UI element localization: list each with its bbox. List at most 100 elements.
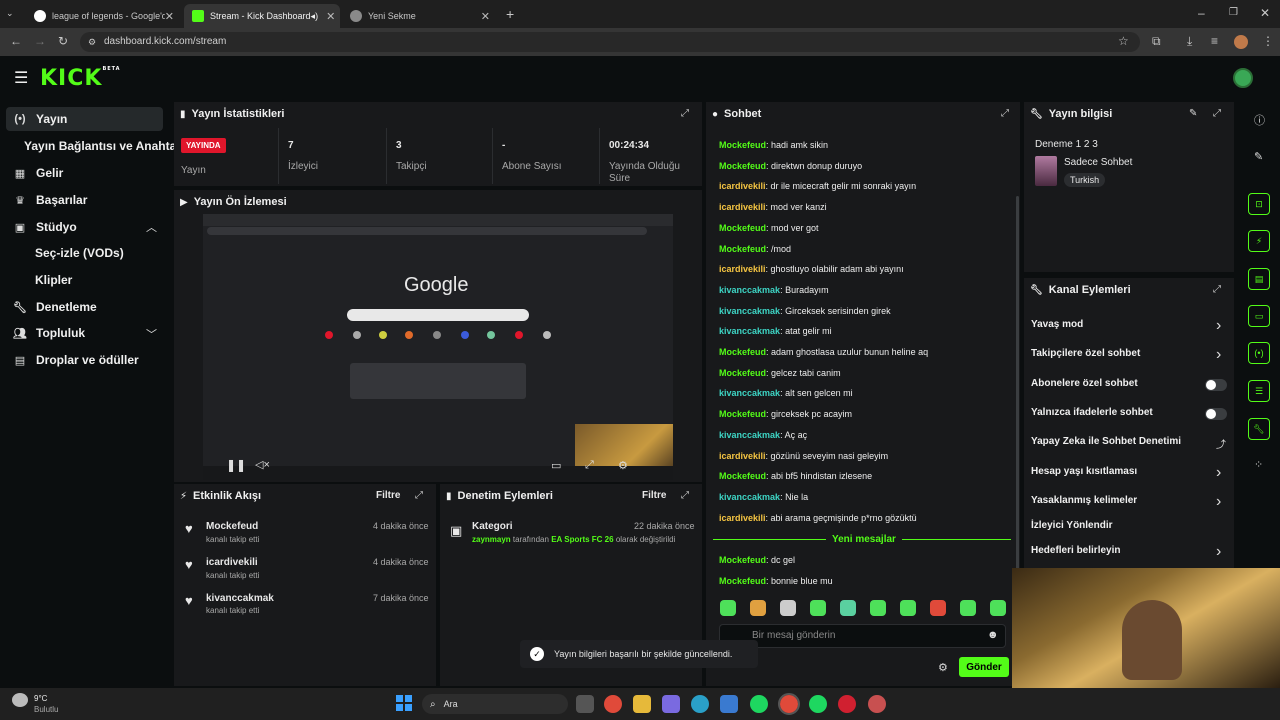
chat-username[interactable]: kivanccakmak [719, 285, 780, 295]
app-icon[interactable] [868, 695, 886, 713]
user-avatar[interactable] [1233, 68, 1253, 88]
chat-username[interactable]: kivanccakmak [719, 326, 780, 336]
spotify-icon[interactable] [750, 695, 768, 713]
sidebar-item-denetleme[interactable]: 🔧︎ Denetleme [12, 300, 97, 314]
chat-username[interactable]: icardivekili [719, 451, 766, 461]
expand-icon[interactable]: ⤢ [1213, 284, 1221, 295]
edit-icon[interactable]: ✎ [1254, 150, 1263, 163]
tab-new[interactable]: Yeni Sekme ✕ [342, 4, 498, 28]
edit-pencil-icon[interactable]: ✎ [1189, 108, 1197, 119]
apps-icon[interactable]: ⁘ [1254, 458, 1263, 471]
hamburger-menu-icon[interactable]: ☰ [14, 68, 28, 88]
start-windows-icon[interactable] [396, 695, 412, 711]
chevron-down-icon[interactable]: ﹀ [146, 326, 157, 342]
pause-icon[interactable]: ❚❚ [226, 458, 246, 472]
toggle-switch[interactable] [1205, 408, 1227, 420]
sidebar-item-stream-key[interactable]: Yayın Bağlantısı ve Anahtarı [24, 139, 184, 153]
activity-user[interactable]: icardivekili [206, 557, 258, 568]
download-icon[interactable]: ⤓ [1187, 34, 1192, 49]
edge-icon[interactable] [691, 695, 709, 713]
task-view-icon[interactable] [576, 695, 594, 713]
sidebar-item-topluluk[interactable]: 👥︎ Topluluk [12, 326, 85, 340]
chat-username[interactable]: Mockefeud [719, 161, 766, 171]
document-icon[interactable]: ▤ [1248, 268, 1270, 290]
activity-user[interactable]: kivanccakmak [206, 593, 274, 604]
moderation-user[interactable]: zaynmayn [472, 535, 511, 544]
menu-dots-icon[interactable]: ⋮ [1262, 34, 1274, 48]
send-button[interactable]: Gönder [959, 657, 1009, 677]
chevron-up-icon[interactable]: ︿ [146, 219, 157, 235]
chrome-taskbar-icon[interactable] [604, 695, 622, 713]
channel-action-item[interactable]: Hesap yaşı kısıtlaması [1031, 466, 1137, 477]
sidebar-item-vods[interactable]: Seç-izle (VODs) [35, 246, 124, 260]
tab-kick[interactable]: Stream - Kick Dashboard ◂) ✕ [184, 4, 340, 28]
chat-settings-icon[interactable]: ⚙ [938, 661, 948, 674]
emote-icon[interactable] [720, 600, 736, 616]
channel-action-item[interactable]: Hedefleri belirleyin [1031, 545, 1120, 556]
taskbar-search[interactable]: ⌕ Ara [422, 694, 568, 714]
chevron-right-icon[interactable]: › [1216, 543, 1221, 561]
channel-action-item[interactable]: Takipçilere özel sohbet [1031, 348, 1140, 359]
chat-username[interactable]: Mockefeud [719, 140, 766, 150]
emote-icon[interactable] [870, 600, 886, 616]
sidebar-item-yayin[interactable]: (•) Yayın [12, 112, 67, 126]
channel-action-item[interactable]: Yavaş mod [1031, 319, 1083, 330]
chat-username[interactable]: icardivekili [719, 181, 766, 191]
fullscreen-icon[interactable]: ⤢ [585, 459, 594, 472]
channel-action-item[interactable]: Abonelere özel sohbet [1031, 378, 1138, 389]
expand-icon[interactable]: ⤢ [415, 490, 423, 501]
chat-username[interactable]: kivanccakmak [719, 430, 780, 440]
emote-icon[interactable] [990, 600, 1006, 616]
emoji-icon[interactable]: ☻ [987, 629, 999, 641]
clip-icon[interactable]: ⊡ [1248, 193, 1270, 215]
info-icon[interactable]: ⓘ [1254, 112, 1265, 128]
moderation-filter-button[interactable]: Filtre [642, 490, 666, 501]
channel-action-item[interactable]: İzleyici Yönlendir [1031, 520, 1113, 531]
sidebar-item-basarilar[interactable]: ♛ Başarılar [12, 193, 87, 207]
settings-icon[interactable]: ⚙ [618, 459, 628, 472]
chat-username[interactable]: kivanccakmak [719, 388, 780, 398]
kick-logo[interactable]: KICKBETA [40, 66, 121, 91]
expand-icon[interactable]: ⤢ [681, 108, 689, 119]
channel-action-item[interactable]: Yasaklanmış kelimeler [1031, 495, 1137, 506]
channel-action-item[interactable]: Yalnızca ifadelerle sohbet [1031, 407, 1153, 418]
chevron-right-icon[interactable]: › [1216, 317, 1221, 335]
obs-icon[interactable] [838, 695, 856, 713]
activity-user[interactable]: Mockefeud [206, 521, 258, 532]
emote-icon[interactable] [750, 600, 766, 616]
reload-icon[interactable]: ↻ [58, 34, 68, 48]
expand-icon[interactable]: ⤢ [681, 490, 689, 501]
expand-icon[interactable]: ⤢ [1213, 108, 1221, 119]
activity-filter-button[interactable]: Filtre [376, 490, 400, 501]
chat-username[interactable]: Mockefeud [719, 471, 766, 481]
pip-icon[interactable]: ▭ [551, 459, 561, 472]
close-tab-icon[interactable]: ✕ [326, 10, 335, 23]
toggle-switch[interactable] [1205, 379, 1227, 391]
broadcast-icon[interactable]: (•) [1248, 342, 1270, 364]
wrench-icon[interactable]: 🔧︎ [1248, 418, 1270, 440]
tab-google[interactable]: league of legends - Google'da ✕ [26, 4, 182, 28]
site-info-icon[interactable]: ⚙ [88, 37, 96, 48]
channel-action-item[interactable]: Yapay Zeka ile Sohbet Denetimi [1031, 436, 1181, 447]
layout-icon[interactable]: ☰ [1248, 380, 1270, 402]
copilot-icon[interactable] [662, 695, 680, 713]
emote-icon[interactable] [960, 600, 976, 616]
address-input[interactable] [80, 32, 1140, 52]
tab-search-icon[interactable]: ≡ [1211, 34, 1218, 48]
chat-username[interactable]: Mockefeud [719, 576, 766, 586]
chat-username[interactable]: Mockefeud [719, 409, 766, 419]
minimize-icon[interactable]: – [1198, 6, 1205, 20]
chat-username[interactable]: Mockefeud [719, 555, 766, 565]
file-explorer-icon[interactable] [633, 695, 651, 713]
emote-icon[interactable] [810, 600, 826, 616]
chat-username[interactable]: Mockefeud [719, 347, 766, 357]
emote-icon[interactable] [930, 600, 946, 616]
maximize-icon[interactable]: ❐ [1229, 7, 1238, 18]
chat-username[interactable]: kivanccakmak [719, 306, 780, 316]
chat-username[interactable]: Mockefeud [719, 368, 766, 378]
profile-avatar[interactable] [1234, 35, 1248, 49]
store-icon[interactable] [720, 695, 738, 713]
chat-username[interactable]: icardivekili [719, 513, 766, 523]
external-link-icon[interactable]: ⤴ [1216, 436, 1226, 451]
sidebar-item-droplar[interactable]: ▤ Droplar ve ödüller [12, 353, 139, 367]
